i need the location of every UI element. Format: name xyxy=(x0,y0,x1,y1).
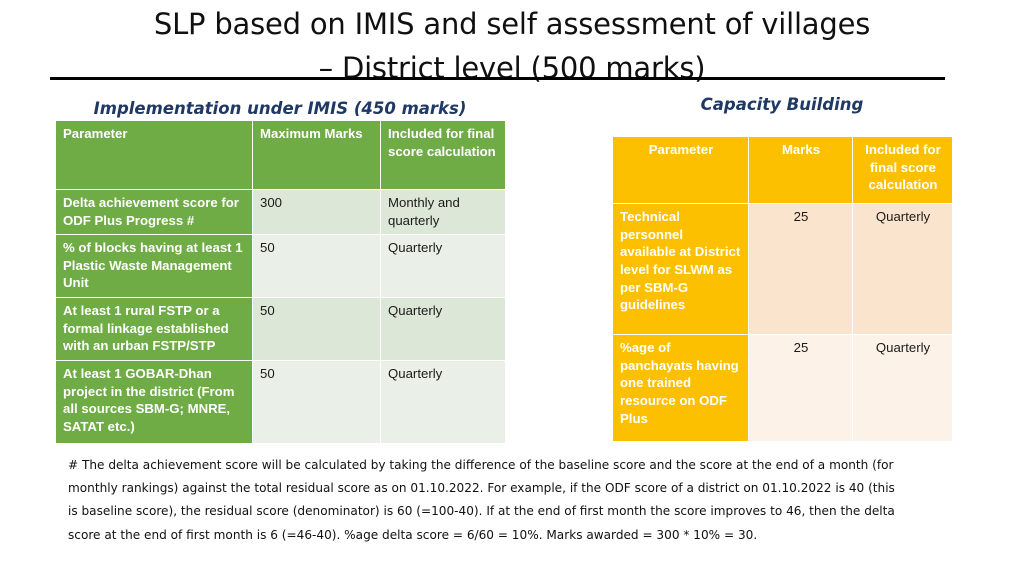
cell-parameter: At least 1 GOBAR-Dhan project in the dis… xyxy=(55,360,253,444)
table-row: At least 1 GOBAR-Dhan project in the dis… xyxy=(55,360,506,444)
cell-included: Quarterly xyxy=(380,234,506,298)
footnote-text: # The delta achievement score will be ca… xyxy=(68,458,895,542)
cell-included: Quarterly xyxy=(852,203,953,335)
cell-marks: 50 xyxy=(252,360,381,444)
table-row: At least 1 rural FSTP or a formal linkag… xyxy=(55,297,506,361)
cell-marks: 25 xyxy=(748,334,853,442)
column-header-parameter: Parameter xyxy=(612,136,749,204)
cell-marks: 300 xyxy=(252,189,381,235)
column-header-marks: Marks xyxy=(748,136,853,204)
table-row: %age of panchayats having one trained re… xyxy=(612,334,953,442)
column-header-included-for-final-score: Included for final score calculation xyxy=(852,136,953,204)
cell-marks: 50 xyxy=(252,234,381,298)
right-section-heading: Capacity Building xyxy=(700,95,864,114)
cell-included: Quarterly xyxy=(852,334,953,442)
cell-parameter: % of blocks having at least 1 Plastic Wa… xyxy=(55,234,253,298)
cell-parameter: %age of panchayats having one trained re… xyxy=(612,334,749,442)
column-header-included-for-final-score: Included for final score calculation xyxy=(380,120,506,190)
imis-implementation-table: Parameter Maximum Marks Included for fin… xyxy=(55,120,506,444)
left-section-heading: Implementation under IMIS (450 marks) xyxy=(93,99,467,118)
title-underline-rule xyxy=(50,77,945,80)
cell-included: Monthly and quarterly xyxy=(380,189,506,235)
column-header-maximum-marks: Maximum Marks xyxy=(252,120,381,190)
cell-marks: 25 xyxy=(748,203,853,335)
table-row: Technical personnel available at Distric… xyxy=(612,203,953,335)
table-row: % of blocks having at least 1 Plastic Wa… xyxy=(55,234,506,298)
table-header-row: Parameter Maximum Marks Included for fin… xyxy=(55,120,506,190)
table-row: Delta achievement score for ODF Plus Pro… xyxy=(55,189,506,235)
cell-included: Quarterly xyxy=(380,360,506,444)
table-header-row: Parameter Marks Included for final score… xyxy=(612,136,953,204)
cell-marks: 50 xyxy=(252,297,381,361)
cell-parameter: Delta achievement score for ODF Plus Pro… xyxy=(55,189,253,235)
capacity-building-table: Parameter Marks Included for final score… xyxy=(612,136,953,442)
cell-parameter: Technical personnel available at Distric… xyxy=(612,203,749,335)
column-header-parameter: Parameter xyxy=(55,120,253,190)
cell-included: Quarterly xyxy=(380,297,506,361)
cell-parameter: At least 1 rural FSTP or a formal linkag… xyxy=(55,297,253,361)
